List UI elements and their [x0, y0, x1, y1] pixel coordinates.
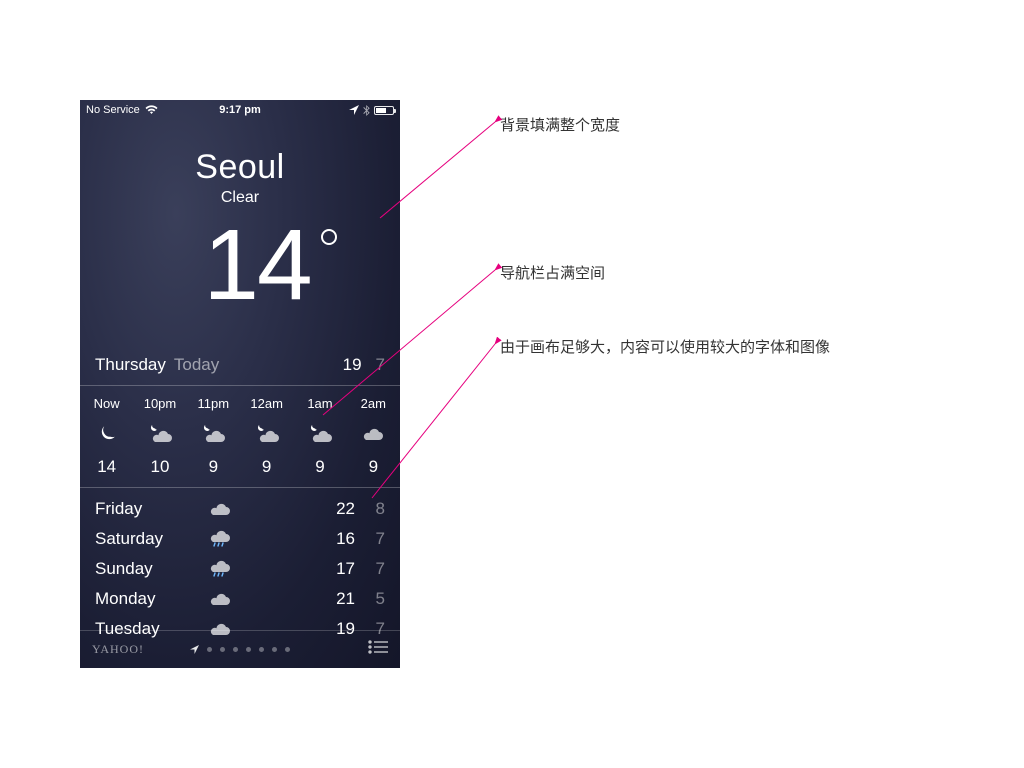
hourly-forecast[interactable]: Now 14 10pm 10 11pm 9 12am 9 1am 9 2am 9 — [80, 386, 400, 487]
daily-row: Saturday 16 7 — [80, 524, 400, 554]
day-low: 5 — [361, 589, 385, 609]
location-icon — [349, 105, 359, 115]
hour-label: Now — [80, 396, 133, 411]
page-indicator[interactable] — [190, 641, 290, 659]
cloud-rain-icon — [205, 529, 235, 549]
cloud-night-icon — [240, 423, 293, 445]
day-low: 7 — [361, 529, 385, 549]
day-name: Sunday — [95, 559, 205, 579]
degree-symbol — [321, 229, 337, 245]
hourly-item: 11pm 9 — [187, 396, 240, 477]
yahoo-text: YAHOO — [92, 642, 139, 656]
daily-forecast[interactable]: Friday228Saturday167Sunday177Monday215Tu… — [80, 488, 400, 650]
cloud-icon — [347, 423, 400, 445]
daily-row: Sunday 17 7 — [80, 554, 400, 584]
hour-label: 12am — [240, 396, 293, 411]
moon-icon — [80, 423, 133, 445]
today-high: 19 — [343, 355, 362, 375]
annotation-1: 背景填满整个宽度 — [500, 114, 620, 135]
page-dot[interactable] — [272, 647, 277, 652]
hour-temp: 9 — [347, 457, 400, 477]
day-high: 17 — [325, 559, 355, 579]
wifi-icon — [145, 105, 158, 115]
day-name: Monday — [95, 589, 205, 609]
today-label: Today — [174, 355, 219, 375]
yahoo-logo[interactable]: YAHOO! — [92, 642, 144, 657]
footer-bar: YAHOO! — [80, 630, 400, 668]
hour-label: 1am — [293, 396, 346, 411]
cloud-night-icon — [133, 423, 186, 445]
condition-label: Clear — [80, 189, 400, 207]
current-temperature-value: 14 — [203, 209, 310, 321]
cloud-icon — [205, 501, 235, 517]
daily-row: Monday 21 5 — [80, 584, 400, 614]
today-summary-row: Thursday Today 19 7 — [80, 355, 400, 385]
page-dot[interactable] — [259, 647, 264, 652]
hour-temp: 9 — [187, 457, 240, 477]
day-high: 21 — [325, 589, 355, 609]
today-day-name: Thursday — [95, 355, 166, 375]
current-weather-header: Seoul Clear 14 — [80, 120, 400, 355]
day-name: Friday — [95, 499, 205, 519]
cloud-night-icon — [293, 423, 346, 445]
cloud-night-icon — [187, 423, 240, 445]
page-dot[interactable] — [207, 647, 212, 652]
page-dot[interactable] — [220, 647, 225, 652]
hourly-item: 1am 9 — [293, 396, 346, 477]
cloud-icon — [205, 591, 235, 607]
current-temperature: 14 — [203, 215, 310, 315]
status-bar: No Service 9:17 pm — [80, 100, 400, 120]
battery-icon — [374, 106, 394, 115]
page-dot[interactable] — [285, 647, 290, 652]
carrier-label: No Service — [86, 104, 140, 116]
hour-temp: 14 — [80, 457, 133, 477]
day-low: 8 — [361, 499, 385, 519]
hourly-item: 2am 9 — [347, 396, 400, 477]
hour-temp: 10 — [133, 457, 186, 477]
day-low: 7 — [361, 559, 385, 579]
status-right — [291, 105, 394, 116]
page-dot[interactable] — [233, 647, 238, 652]
annotation-2: 导航栏占满空间 — [500, 262, 605, 283]
page-dot[interactable] — [246, 647, 251, 652]
yahoo-bang: ! — [139, 642, 144, 656]
bluetooth-icon — [363, 105, 370, 116]
status-left: No Service — [86, 104, 189, 116]
list-button[interactable] — [368, 640, 388, 659]
today-low: 7 — [376, 355, 385, 375]
location-page-icon[interactable] — [190, 641, 199, 659]
hour-label: 2am — [347, 396, 400, 411]
day-name: Saturday — [95, 529, 205, 549]
hour-label: 10pm — [133, 396, 186, 411]
daily-row: Friday 22 8 — [80, 494, 400, 524]
status-time: 9:17 pm — [189, 104, 292, 116]
day-high: 22 — [325, 499, 355, 519]
hourly-item: Now 14 — [80, 396, 133, 477]
weather-app-screen: No Service 9:17 pm Seoul Clear 14 — [80, 100, 400, 668]
cloud-rain-icon — [205, 559, 235, 579]
hourly-item: 12am 9 — [240, 396, 293, 477]
hour-temp: 9 — [240, 457, 293, 477]
hour-label: 11pm — [187, 396, 240, 411]
city-name: Seoul — [80, 148, 400, 187]
day-high: 16 — [325, 529, 355, 549]
annotation-3: 由于画布足够大，内容可以使用较大的字体和图像 — [500, 336, 830, 357]
hourly-item: 10pm 10 — [133, 396, 186, 477]
hour-temp: 9 — [293, 457, 346, 477]
